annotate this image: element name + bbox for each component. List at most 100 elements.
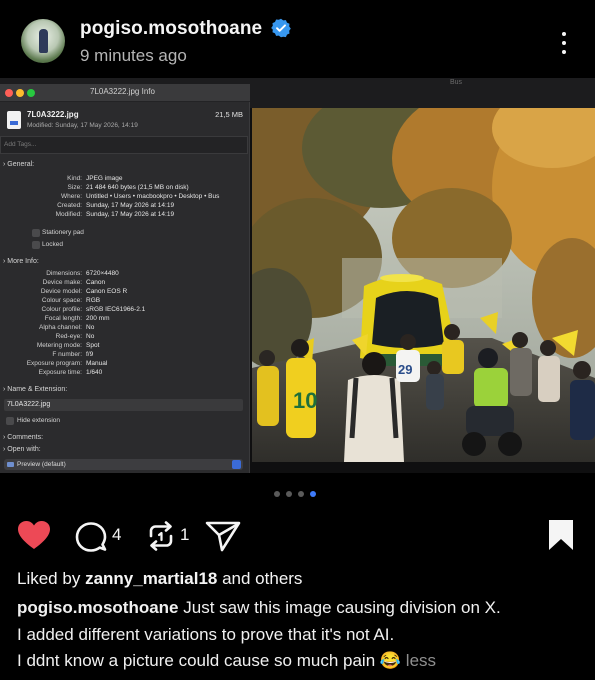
file-info-window: 7L0A3222.jpg Info 7L0A3222.jpg 21,5 MB M…	[0, 84, 250, 473]
general-row: Created: Sunday, 17 May 2026 at 14:19	[0, 202, 250, 211]
liked-by-prefix: Liked by	[17, 569, 81, 588]
general-key: Where:	[61, 193, 82, 200]
locked-label: Locked	[42, 241, 63, 248]
general-key: Kind:	[67, 175, 82, 182]
general-key: Modified:	[55, 211, 82, 218]
general-value: Sunday, 17 May 2026 at 14:19	[86, 202, 175, 209]
more-value: Spot	[86, 342, 100, 349]
general-value: 21 484 640 bytes (21,5 MB on disk)	[86, 184, 189, 191]
carousel-dot	[274, 491, 280, 497]
more-value: 6720×4480	[86, 270, 119, 277]
jpeg-file-icon	[7, 111, 21, 129]
hide-extension-label: Hide extension	[17, 417, 60, 424]
post-username[interactable]: pogiso.mosothoane	[80, 18, 262, 40]
comments-section-header[interactable]: › Comments:	[3, 434, 43, 441]
more-row: Metering mode: Spot	[0, 342, 250, 351]
repost-icon[interactable]	[145, 520, 177, 552]
general-row: Modified: Sunday, 17 May 2026 at 14:19	[0, 211, 250, 220]
name-extension-section-header[interactable]: › Name & Extension:	[3, 386, 67, 393]
carousel-dot	[298, 491, 304, 497]
more-key: Exposure program:	[26, 360, 82, 367]
more-row: Device model: Canon EOS R	[0, 288, 250, 297]
stationery-checkbox[interactable]	[32, 229, 40, 237]
preview-app-icon	[7, 462, 14, 467]
more-key: Colour profile:	[41, 306, 82, 313]
jersey-number-10: 10	[293, 388, 317, 413]
more-value: No	[86, 333, 95, 340]
open-with-value: Preview (default)	[17, 460, 66, 468]
more-row: Exposure time: 1/640	[0, 369, 250, 378]
stationery-label: Stationery pad	[42, 229, 84, 236]
open-with-select[interactable]: Preview (default)	[4, 459, 243, 470]
more-value: RGB	[86, 297, 101, 304]
laughing-emoji: 😂	[379, 651, 402, 670]
info-window-title: 7L0A3222.jpg Info	[90, 87, 155, 96]
more-key: F number:	[52, 351, 82, 358]
more-row: Alpha channel: No	[0, 324, 250, 333]
info-file-name: 7L0A3222.jpg	[27, 110, 79, 119]
more-value: f/9	[86, 351, 94, 358]
more-info-section-header[interactable]: › More Info:	[3, 258, 39, 265]
more-value: Canon EOS R	[86, 288, 128, 295]
close-window-icon[interactable]	[5, 89, 13, 97]
post-photo[interactable]: Bus 10 29 7L0A3222.jpg Info 7L0A3222.jpg…	[0, 78, 595, 473]
hide-extension-checkbox[interactable]	[6, 417, 14, 425]
info-file-size: 21,5 MB	[215, 110, 243, 119]
locked-checkbox[interactable]	[32, 241, 40, 249]
general-key: Created:	[57, 202, 82, 209]
comment-icon[interactable]	[75, 521, 107, 553]
general-value: Untitled • Users • macbookpro • Desktop …	[86, 193, 220, 200]
select-arrows-icon	[232, 460, 241, 469]
more-key: Dimensions:	[46, 270, 82, 277]
caption-username[interactable]: pogiso.mosothoane	[17, 598, 179, 617]
photo-folder-label: Bus	[450, 79, 463, 86]
liked-by-line: Liked by zanny_martial18 and others	[17, 569, 302, 589]
more-row: Colour space: RGB	[0, 297, 250, 306]
bookmark-icon[interactable]	[548, 519, 574, 551]
open-with-section-header[interactable]: › Open with:	[3, 446, 41, 453]
more-row: Dimensions: 6720×4480	[0, 270, 250, 279]
caption-line-2: I added different variations to prove th…	[17, 625, 395, 644]
avatar-figure	[39, 29, 48, 53]
caption-line-3: I ddnt know a picture could cause so muc…	[17, 651, 436, 671]
more-value: Canon	[86, 279, 106, 286]
minimize-window-icon[interactable]	[16, 89, 24, 97]
zoom-window-icon[interactable]	[27, 89, 35, 97]
general-row: Kind: JPEG image	[0, 175, 250, 184]
like-heart-icon[interactable]	[17, 520, 51, 550]
more-key: Colour space:	[41, 297, 82, 304]
more-options-icon[interactable]	[555, 30, 573, 56]
more-value: 200 mm	[86, 315, 110, 322]
general-row: Where: Untitled • Users • macbookpro • De…	[0, 193, 250, 202]
more-value: sRGB IEC61966-2.1	[86, 306, 146, 313]
general-key: Size:	[67, 184, 82, 191]
liked-by-user[interactable]: zanny_martial18	[85, 569, 217, 588]
general-section-header[interactable]: › General:	[3, 161, 34, 168]
tags-field[interactable]: Add Tags...	[0, 136, 248, 154]
info-modified: Modified: Sunday, 17 May 2026, 14:19	[27, 122, 138, 129]
comment-count: 4	[112, 525, 122, 544]
caption-text-3: I ddnt know a picture could cause so muc…	[17, 651, 376, 670]
post-header: pogiso.mosothoane 9 minutes ago	[0, 0, 595, 78]
liked-by-suffix[interactable]: and others	[222, 569, 302, 588]
more-key: Metering mode:	[36, 342, 82, 349]
share-send-icon[interactable]	[205, 520, 241, 552]
action-bar: 4 1	[0, 512, 595, 558]
less-link[interactable]: less	[406, 651, 436, 670]
more-value: No	[86, 324, 95, 331]
jersey-number-29: 29	[398, 362, 412, 377]
more-key: Focal length:	[44, 315, 82, 322]
scene-illustration: 10 29	[252, 108, 595, 462]
more-row: Focal length: 200 mm	[0, 315, 250, 324]
more-row: Colour profile: sRGB IEC61966-2.1	[0, 306, 250, 315]
more-row: Red-eye: No	[0, 333, 250, 342]
repost-count: 1	[180, 525, 190, 544]
info-titlebar: 7L0A3222.jpg Info	[0, 84, 250, 102]
avatar[interactable]	[21, 19, 65, 63]
carousel-dots	[274, 491, 324, 499]
post-time: 9 minutes ago	[80, 46, 187, 65]
carousel-dot-active	[310, 491, 316, 497]
more-value: 1/640	[86, 369, 103, 376]
name-extension-field[interactable]: 7L0A3222.jpg	[4, 399, 243, 411]
general-value: Sunday, 17 May 2026 at 14:19	[86, 211, 175, 218]
